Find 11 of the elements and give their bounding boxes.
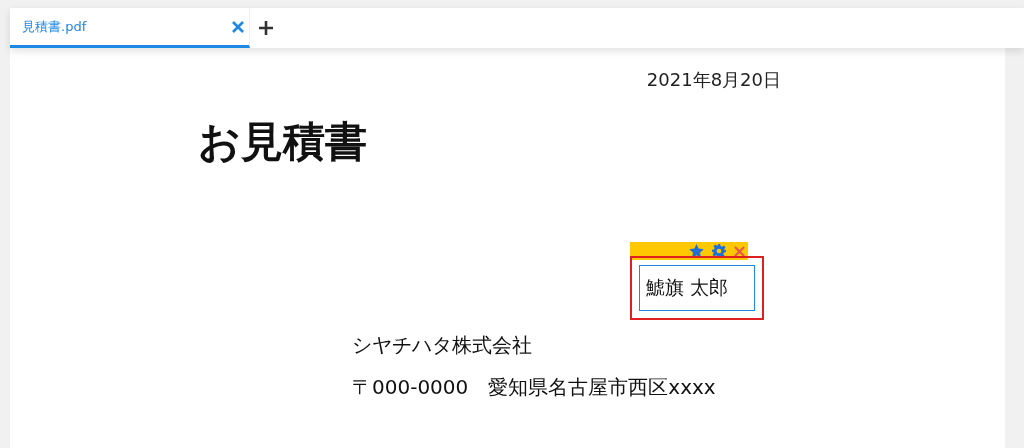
star-icon[interactable] xyxy=(689,244,704,258)
settings-icon[interactable] xyxy=(712,244,726,258)
document-title: お見積書 xyxy=(198,116,368,168)
company-name: シヤチハタ株式会社 xyxy=(352,332,533,359)
close-icon[interactable] xyxy=(734,245,745,257)
signature-field[interactable]: 鯱旗 太郎 xyxy=(639,265,755,311)
selection-outline[interactable]: 鯱旗 太郎 xyxy=(630,256,764,320)
company-address: 〒000-0000 愛知県名古屋市西区xxxx xyxy=(352,374,717,401)
add-tab-icon[interactable] xyxy=(259,21,273,35)
close-icon[interactable] xyxy=(232,20,244,33)
document-date: 2021年8月20日 xyxy=(646,68,781,92)
